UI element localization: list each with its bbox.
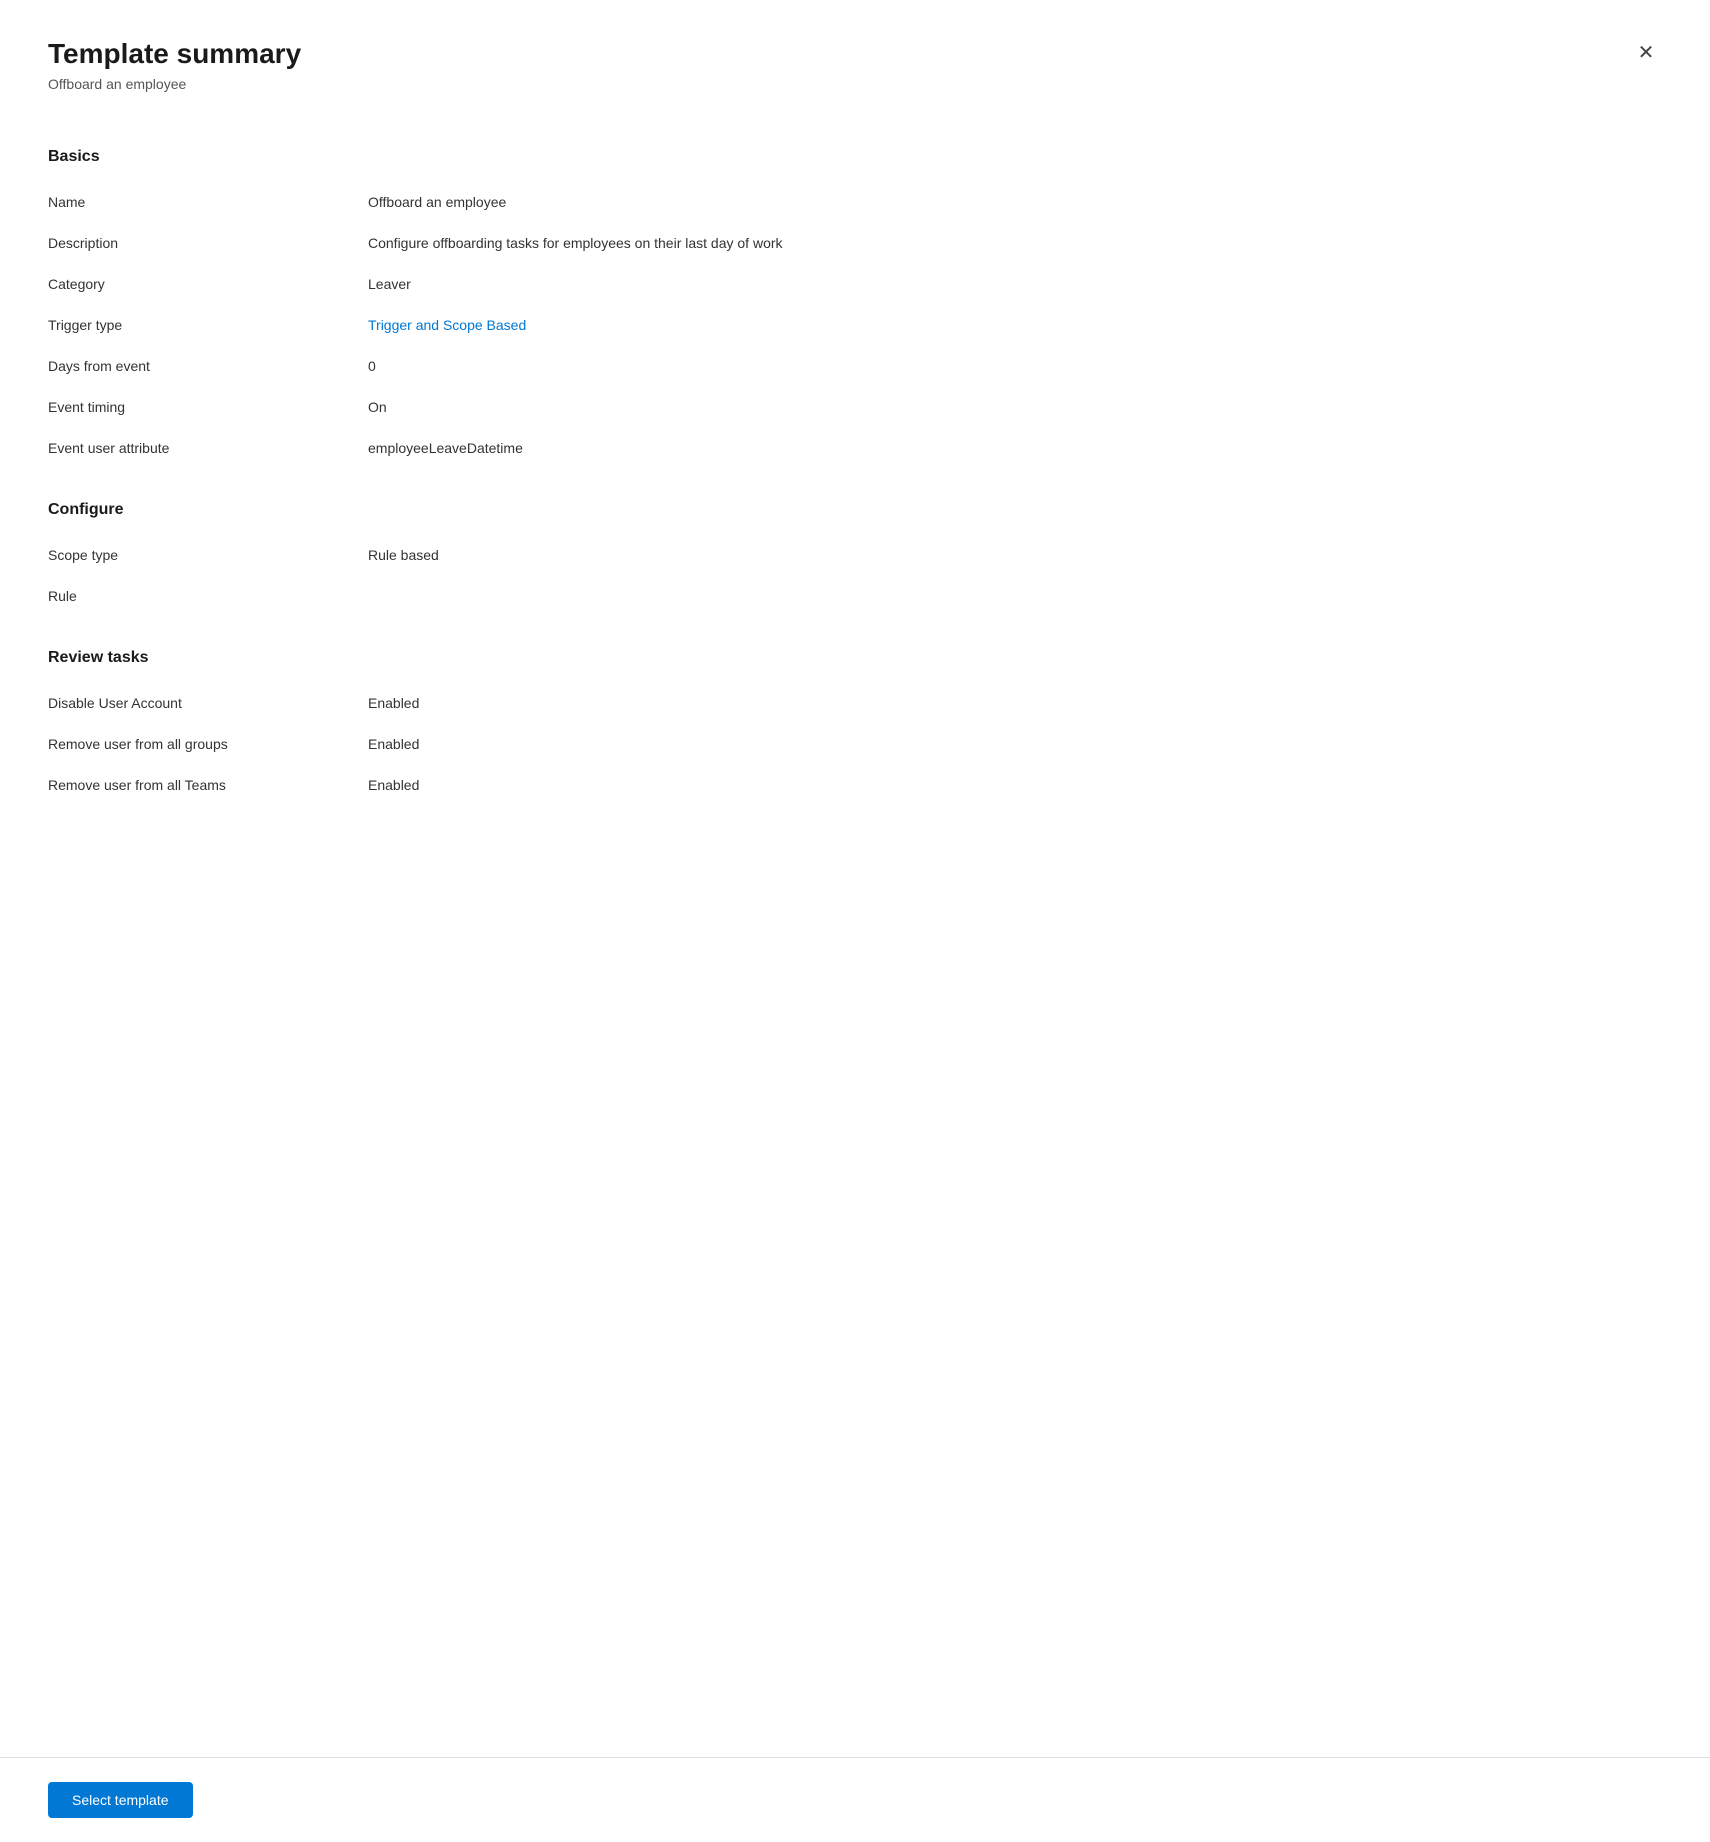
- field-row-rule: Rule: [48, 576, 1662, 617]
- field-label-rule: Rule: [48, 586, 368, 607]
- select-template-button[interactable]: Select template: [48, 1782, 193, 1818]
- field-value-name: Offboard an employee: [368, 192, 506, 213]
- template-summary-panel: Template summary Offboard an employee ✕ …: [0, 0, 1710, 1842]
- field-row-event-timing: Event timing On: [48, 387, 1662, 428]
- field-row-category: Category Leaver: [48, 264, 1662, 305]
- field-row-remove-from-groups: Remove user from all groups Enabled: [48, 724, 1662, 765]
- field-row-event-user-attribute: Event user attribute employeeLeaveDateti…: [48, 428, 1662, 469]
- field-row-days-from-event: Days from event 0: [48, 346, 1662, 387]
- panel-title: Template summary: [48, 36, 1662, 72]
- field-label-remove-from-groups: Remove user from all groups: [48, 734, 368, 755]
- field-row-scope-type: Scope type Rule based: [48, 535, 1662, 576]
- review-tasks-section: Review tasks Disable User Account Enable…: [48, 649, 1662, 806]
- field-value-days-from-event: 0: [368, 356, 376, 377]
- field-row-description: Description Configure offboarding tasks …: [48, 223, 1662, 264]
- panel-footer: Select template: [0, 1757, 1710, 1842]
- field-value-disable-user-account: Enabled: [368, 693, 419, 714]
- close-button[interactable]: ✕: [1630, 36, 1662, 68]
- field-row-trigger-type: Trigger type Trigger and Scope Based: [48, 305, 1662, 346]
- field-value-remove-from-teams: Enabled: [368, 775, 419, 796]
- configure-section: Configure Scope type Rule based Rule: [48, 501, 1662, 617]
- field-label-category: Category: [48, 274, 368, 295]
- remove-from-teams-link[interactable]: Remove user from all Teams: [48, 777, 226, 793]
- field-label-event-user-attribute: Event user attribute: [48, 438, 368, 459]
- field-label-disable-user-account: Disable User Account: [48, 693, 368, 714]
- field-label-scope-type: Scope type: [48, 545, 368, 566]
- field-value-trigger-type: Trigger and Scope Based: [368, 315, 526, 336]
- field-label-days-from-event: Days from event: [48, 356, 368, 377]
- field-value-description: Configure offboarding tasks for employee…: [368, 233, 783, 254]
- configure-heading: Configure: [48, 501, 1662, 519]
- field-value-remove-from-groups: Enabled: [368, 734, 419, 755]
- basics-section: Basics Name Offboard an employee Descrip…: [48, 148, 1662, 469]
- field-label-name: Name: [48, 192, 368, 213]
- field-label-trigger-type: Trigger type: [48, 315, 368, 336]
- field-row-name: Name Offboard an employee: [48, 182, 1662, 223]
- basics-heading: Basics: [48, 148, 1662, 166]
- field-value-scope-type: Rule based: [368, 545, 439, 566]
- close-icon: ✕: [1638, 40, 1655, 65]
- field-label-remove-from-teams: Remove user from all Teams: [48, 775, 368, 796]
- field-value-category: Leaver: [368, 274, 411, 295]
- remove-from-groups-link[interactable]: Remove user from all groups: [48, 736, 228, 752]
- field-row-disable-user-account: Disable User Account Enabled: [48, 683, 1662, 724]
- panel-subtitle: Offboard an employee: [48, 76, 1662, 92]
- review-tasks-heading: Review tasks: [48, 649, 1662, 667]
- field-value-event-timing: On: [368, 397, 387, 418]
- disable-user-account-link[interactable]: Disable User Account: [48, 695, 182, 711]
- panel-content: Basics Name Offboard an employee Descrip…: [0, 116, 1710, 1757]
- field-value-event-user-attribute: employeeLeaveDatetime: [368, 438, 523, 459]
- panel-header: Template summary Offboard an employee ✕: [0, 0, 1710, 116]
- field-row-remove-from-teams: Remove user from all Teams Enabled: [48, 765, 1662, 806]
- field-label-description: Description: [48, 233, 368, 254]
- field-label-event-timing: Event timing: [48, 397, 368, 418]
